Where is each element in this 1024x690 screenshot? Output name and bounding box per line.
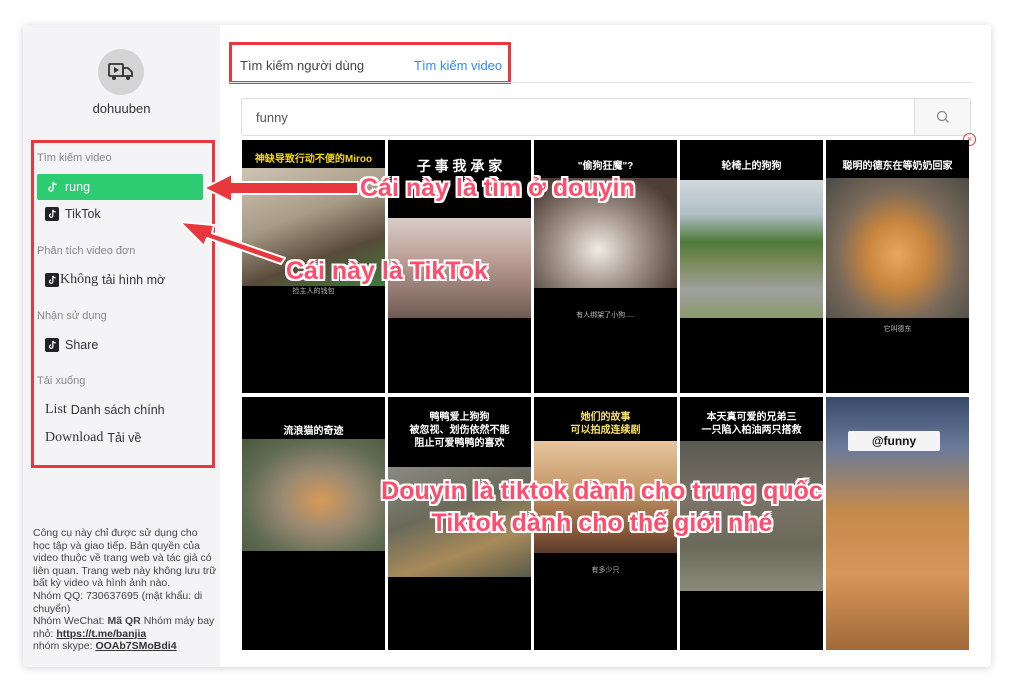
no-watermark-label: tải hình mờ [102,273,166,287]
main-list-label: Danh sách chính [70,403,165,417]
video-subtitle: 它叫德东 [883,326,912,333]
wechat-prefix: Nhóm WeChat: [33,615,105,628]
qq-group-text: Nhóm QQ: 730637695 (mật khẩu: di chuyển) [33,589,203,615]
tiktok-icon [45,273,59,287]
sidebar-item-tiktok-label: TikTok [65,207,101,221]
video-caption: 子 事 我 承 家 [416,158,503,174]
video-card[interactable]: 神缺导致行动不便的Miroo 捡主人的钱包 [242,140,385,393]
footer-disclaimer: Công cụ này chỉ được sử dụng cho học tập… [33,527,217,653]
video-thumbnail [680,441,823,591]
section-analyze-single: Phân tích video đơn [37,245,136,257]
video-thumbnail [242,168,385,286]
app-window: dohuuben Tìm kiếm video rung TikTok Phân… [23,25,991,667]
sidebar-item-download[interactable]: Download Tải về [37,425,203,451]
section-receive-use: Nhận sử dụng [37,310,107,322]
search-input[interactable] [242,99,915,135]
video-card[interactable]: 轮椅上的狗狗 [680,140,823,393]
video-caption: "偷狗狂魔"? [577,161,634,172]
tab-user-search[interactable]: Tìm kiếm người dùng [240,58,364,73]
video-card[interactable]: 鸭鸭爱上狗狗 被忽视、划伤依然不能 阻止可爱鸭鸭的喜欢 [388,397,531,650]
sidebar: dohuuben Tìm kiếm video rung TikTok Phân… [23,25,220,667]
sidebar-item-tiktok[interactable]: TikTok [37,201,203,227]
disclaimer-text: Công cụ này chỉ được sử dụng cho học tập… [33,527,217,590]
video-card[interactable]: @funny [826,397,969,650]
video-caption: 鸭鸭爱上狗狗 被忽视、划伤依然不能 阻止可爱鸭鸭的喜欢 [409,412,510,449]
skype-prefix: nhóm skype: [33,640,93,653]
search-button[interactable] [914,99,970,135]
video-truck-icon [108,63,133,80]
no-watermark-word: Không [60,272,99,287]
video-caption: 她们的故事 可以拍成连续剧 [570,412,641,436]
sidebar-item-no-watermark[interactable]: Không tải hình mờ [37,267,203,293]
username-overlay: @funny [848,431,940,451]
sidebar-item-share[interactable]: Share [37,332,203,358]
tiktok-icon [45,207,59,221]
video-thumbnail [534,178,677,288]
video-thumbnail [826,178,969,318]
search-icon [936,110,949,123]
tiktok-icon [45,180,59,194]
video-thumbnail [680,180,823,318]
video-caption: 聪明的德东在等奶奶回家 [842,161,953,172]
video-card[interactable]: 流浪猫的奇迹 [242,397,385,650]
sidebar-item-rung[interactable]: rung [37,174,203,200]
video-caption: 轮椅上的狗狗 [721,161,782,172]
tab-divider [229,82,972,83]
list-word: List [45,402,67,417]
video-caption: 神缺导致行动不便的Miroo [254,154,373,165]
video-subtitle: 有人绑架了小狗..... [576,312,635,319]
video-caption: 本天真可爱的兄弟三 一只陷入柏油两只搭救 [701,412,802,436]
tiktok-icon [45,338,59,352]
section-search-video: Tìm kiếm video [37,152,112,164]
video-card[interactable]: 她们的故事 可以拍成连续剧 有多少只 [534,397,677,650]
video-card[interactable]: 本天真可爱的兄弟三 一只陷入柏油两只搭救 [680,397,823,650]
wechat-qr-label[interactable]: Mã QR [108,615,141,627]
video-thumbnail [242,439,385,551]
tabs-highlight-box: Tìm kiếm người dùng Tìm kiếm video [229,42,511,84]
video-caption: 流浪猫的奇迹 [283,426,344,437]
section-download: Tải xuống [37,375,86,387]
search-bar [241,98,971,136]
download-word: Download [45,430,104,445]
skype-link[interactable]: OOAb7SMoBdi4 [95,640,176,652]
video-card[interactable]: 聪明的德东在等奶奶回家 它叫德东 [826,140,969,393]
video-card[interactable]: 子 事 我 承 家 [388,140,531,393]
download-label: Tải về [107,431,142,445]
video-thumbnail [534,441,677,553]
video-thumbnail [388,218,531,318]
video-card[interactable]: "偷狗狂魔"? 有人绑架了小狗..... [534,140,677,393]
avatar[interactable] [98,49,144,95]
video-subtitle: 捡主人的钱包 [292,288,335,295]
username: dohuuben [92,101,151,116]
sidebar-item-rung-label: rung [65,180,91,194]
video-caption: @funny [871,434,917,448]
sidebar-item-share-label: Share [65,338,99,352]
sidebar-item-main-list[interactable]: List Danh sách chính [37,397,203,423]
video-thumbnail [388,467,531,577]
video-subtitle: 有多少只 [591,567,620,574]
tab-video-search[interactable]: Tìm kiếm video [414,58,502,73]
telegram-link[interactable]: https://t.me/banjia [56,628,146,640]
